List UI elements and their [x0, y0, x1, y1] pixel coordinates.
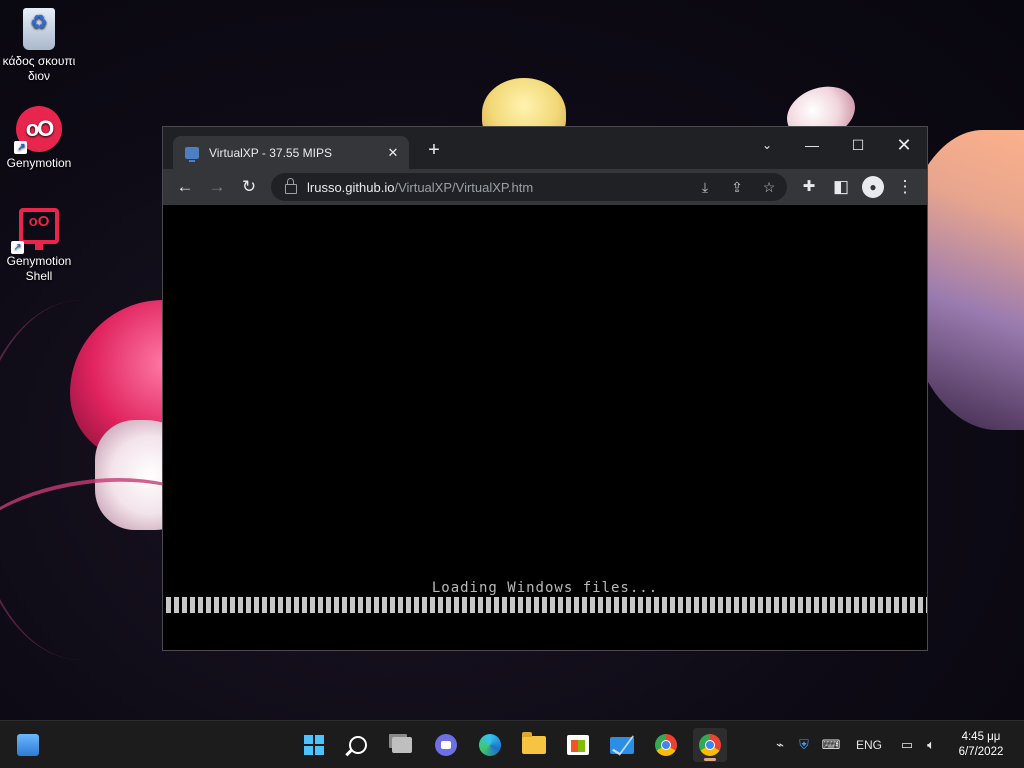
shortcut-arrow-icon: ↗ [14, 141, 27, 154]
task-view-button[interactable] [385, 728, 419, 762]
browser-tab[interactable]: VirtualXP - 37.55 MIPS ✕ [173, 136, 409, 169]
desktop-icon-label: κάδος σκουπι διον [2, 54, 76, 83]
close-window-button[interactable]: ✕ [886, 132, 922, 158]
browser-toolbar: ← → ↻ lrusso.github.io/VirtualXP/Virtual… [163, 169, 927, 205]
desktop-icon-genymotion[interactable]: oO ↗ Genymotion [0, 106, 78, 171]
tab-search-button[interactable]: ⌄ [749, 132, 785, 158]
loading-progress-bar [166, 597, 927, 613]
chrome-menu-icon[interactable]: ⋮ [893, 175, 917, 199]
clock-time: 4:45 μμ [961, 731, 1001, 743]
shortcut-arrow-icon: ↗ [11, 241, 24, 254]
install-app-icon[interactable]: ⤓ [693, 175, 717, 199]
edge-icon [479, 734, 501, 756]
chrome-button[interactable] [649, 728, 683, 762]
browser-titlebar[interactable]: VirtualXP - 37.55 MIPS ✕ + ⌄ — ☐ ✕ [163, 127, 927, 169]
url-host: lrusso.github.io [307, 179, 395, 195]
recycle-bin-icon [23, 8, 55, 50]
teams-chat-button[interactable] [429, 728, 463, 762]
display-icon[interactable]: ▭ [897, 735, 917, 755]
mail-button[interactable] [605, 728, 639, 762]
new-tab-button[interactable]: + [422, 139, 446, 162]
taskbar: ⌁ ⛨ ⌨ ENG ▭ 🔈︎ 4:45 μμ 6/7/2022 [0, 720, 1024, 768]
monitor-favicon-icon [185, 146, 199, 162]
volume-icon[interactable]: 🔈︎ [920, 735, 942, 755]
mail-icon [610, 736, 634, 754]
start-button[interactable] [297, 728, 331, 762]
maximize-button[interactable]: ☐ [840, 132, 876, 158]
address-bar[interactable]: lrusso.github.io/VirtualXP/VirtualXP.htm… [271, 173, 787, 201]
browser-window: VirtualXP - 37.55 MIPS ✕ + ⌄ — ☐ ✕ ← → ↻… [162, 126, 928, 651]
search-button[interactable] [341, 728, 375, 762]
genymotion-shell-icon: ↗ [11, 208, 59, 254]
windows-logo-icon [304, 735, 324, 755]
bookmark-star-icon[interactable]: ☆ [757, 175, 781, 199]
search-icon [349, 736, 367, 754]
folder-icon [522, 732, 546, 754]
chrome-profile-icon [699, 734, 721, 756]
lock-icon[interactable] [285, 178, 297, 194]
chrome-icon [655, 734, 677, 756]
language-indicator[interactable]: ENG [852, 735, 886, 755]
desktop-icon-label: Genymotion [6, 156, 72, 170]
profile-avatar-icon[interactable]: ● [862, 176, 884, 198]
side-panel-icon[interactable]: ◧ [829, 175, 853, 199]
task-view-icon [392, 737, 412, 753]
share-icon[interactable]: ⇪ [725, 175, 749, 199]
desktop-icon-genymotion-shell[interactable]: ↗ Genymotion Shell [0, 208, 78, 284]
back-button[interactable]: ← [173, 175, 197, 199]
clock-date: 6/7/2022 [958, 746, 1004, 758]
network-off-icon[interactable]: ⌁ [770, 735, 790, 755]
reload-button[interactable]: ↻ [237, 175, 261, 199]
chrome-profile-button[interactable] [693, 728, 727, 762]
widgets-button[interactable] [11, 728, 45, 762]
minimize-button[interactable]: — [794, 132, 830, 158]
page-content[interactable]: Loading Windows files... [163, 205, 927, 650]
keyboard-icon[interactable]: ⌨ [820, 735, 842, 755]
loading-status-text: Loading Windows files... [431, 580, 659, 596]
store-icon [567, 735, 589, 755]
security-shield-icon[interactable]: ⛨ [794, 735, 814, 755]
chat-icon [435, 734, 457, 756]
extensions-icon[interactable]: ✚ [797, 175, 821, 199]
system-clock[interactable]: 4:45 μμ 6/7/2022 [946, 730, 1016, 760]
store-button[interactable] [561, 728, 595, 762]
desktop-icon-label: Genymotion Shell [6, 254, 72, 283]
tab-close-button[interactable]: ✕ [383, 145, 403, 161]
edge-button[interactable] [473, 728, 507, 762]
genymotion-icon: oO ↗ [14, 106, 62, 154]
desktop-icon-recycle-bin[interactable]: κάδος σκουπι διον [0, 8, 78, 84]
tab-title: VirtualXP - 37.55 MIPS [209, 145, 332, 160]
widgets-icon [17, 734, 39, 756]
file-explorer-button[interactable] [517, 728, 551, 762]
url-path: /VirtualXP/VirtualXP.htm [394, 179, 534, 195]
forward-button[interactable]: → [205, 175, 229, 199]
